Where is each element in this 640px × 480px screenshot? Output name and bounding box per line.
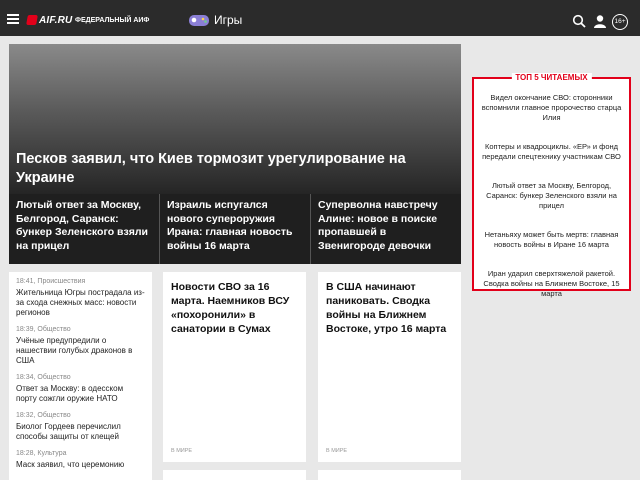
news-card-title: В США начинают паниковать. Сводка войны … bbox=[326, 281, 447, 335]
feed-item[interactable]: 18:28, Культура Маск заявил, что церемон… bbox=[16, 450, 146, 470]
feed-item-meta: 18:39, Общество bbox=[16, 326, 71, 333]
feed-item-meta: 18:28, Культура bbox=[16, 450, 67, 457]
feed-item-title: Ответ за Москву: в одесском порту сожгли… bbox=[16, 384, 124, 403]
menu-icon[interactable] bbox=[7, 14, 19, 24]
news-card-rubric[interactable]: В МИРЕ bbox=[326, 448, 347, 454]
sub-article[interactable]: Суперволна навстречу Алине: новое в поис… bbox=[311, 194, 461, 264]
gamepad-icon bbox=[189, 15, 209, 26]
top5-list: Видел окончание СВО: сторонники вспомнил… bbox=[474, 91, 629, 299]
hero-title: Песков заявил, что Киев тормозит урегули… bbox=[16, 151, 406, 186]
news-card[interactable]: Новости СВО за 16 марта. Наемников ВСУ «… bbox=[163, 272, 306, 462]
sub-article[interactable]: Лютый ответ за Москву, Белгород, Саранск… bbox=[9, 194, 160, 264]
top5-widget: ТОП 5 ЧИТАЕМЫХ Видел окончание СВО: стор… bbox=[472, 73, 631, 298]
feed-item-meta: 18:41, Происшествия bbox=[16, 278, 86, 285]
feed-item-title: Биолог Гордеев перечислил способы защиты… bbox=[16, 422, 121, 441]
next-card-edge bbox=[318, 470, 461, 480]
news-card[interactable]: В США начинают паниковать. Сводка войны … bbox=[318, 272, 461, 462]
feed-item[interactable]: 18:34, Общество Ответ за Москву: в одесс… bbox=[16, 374, 146, 404]
feed-item-meta: 18:34, Общество bbox=[16, 374, 71, 381]
top5-item[interactable]: Нетаньяху может быть мертв: главная ново… bbox=[474, 230, 629, 250]
hero-article[interactable]: Песков заявил, что Киев тормозит урегули… bbox=[9, 44, 461, 194]
news-card-rubric[interactable]: В МИРЕ bbox=[171, 448, 192, 454]
feed-item[interactable]: 18:32, Общество Биолог Гордеев перечисли… bbox=[16, 412, 146, 442]
news-feed: 18:41, Происшествия Жительница Югры пост… bbox=[9, 272, 152, 480]
feed-item-meta: 18:32, Общество bbox=[16, 412, 71, 419]
feed-item[interactable]: 18:41, Происшествия Жительница Югры пост… bbox=[16, 278, 146, 318]
search-icon[interactable] bbox=[572, 14, 586, 28]
site-logo[interactable]: AIF.RU bbox=[26, 14, 73, 26]
feed-item[interactable]: 18:39, Общество Учёные предупредили о на… bbox=[16, 326, 146, 366]
sub-article[interactable]: Израиль испугался нового супероружия Ира… bbox=[160, 194, 311, 264]
top5-item[interactable]: Иран ударил сверхтяжелой ракетой. Сводка… bbox=[474, 269, 629, 299]
feed-item-title: Учёные предупредили о нашествии голубых … bbox=[16, 336, 133, 365]
age-rating-badge: 16+ bbox=[612, 14, 628, 30]
top5-item[interactable]: Коптеры и квадроциклы. «ЕР» и фонд перед… bbox=[474, 142, 629, 162]
top5-item[interactable]: Видел окончание СВО: сторонники вспомнил… bbox=[474, 93, 629, 123]
top5-title: ТОП 5 ЧИТАЕМЫХ bbox=[511, 73, 592, 82]
logo-mark-icon bbox=[26, 15, 38, 25]
section-label: Игры bbox=[214, 13, 243, 27]
news-card-title: Новости СВО за 16 марта. Наемников ВСУ «… bbox=[171, 281, 290, 335]
feed-item-title: Жительница Югры пострадала из-за схода с… bbox=[16, 288, 145, 317]
top-navbar: AIF.RU ФЕДЕРАЛЬНЫЙ АИФ Игры 16+ bbox=[0, 0, 640, 36]
next-card-edge bbox=[163, 470, 306, 480]
hero-sub-articles: Лютый ответ за Москву, Белгород, Саранск… bbox=[9, 194, 461, 264]
feed-item-title: Маск заявил, что церемонию bbox=[16, 460, 125, 469]
logo-text: AIF.RU bbox=[39, 14, 73, 26]
games-section-link[interactable]: Игры bbox=[188, 12, 242, 28]
user-icon[interactable] bbox=[593, 14, 607, 28]
brand-subtitle[interactable]: ФЕДЕРАЛЬНЫЙ АИФ bbox=[75, 17, 149, 24]
top5-item[interactable]: Лютый ответ за Москву, Белгород, Саранск… bbox=[474, 181, 629, 211]
